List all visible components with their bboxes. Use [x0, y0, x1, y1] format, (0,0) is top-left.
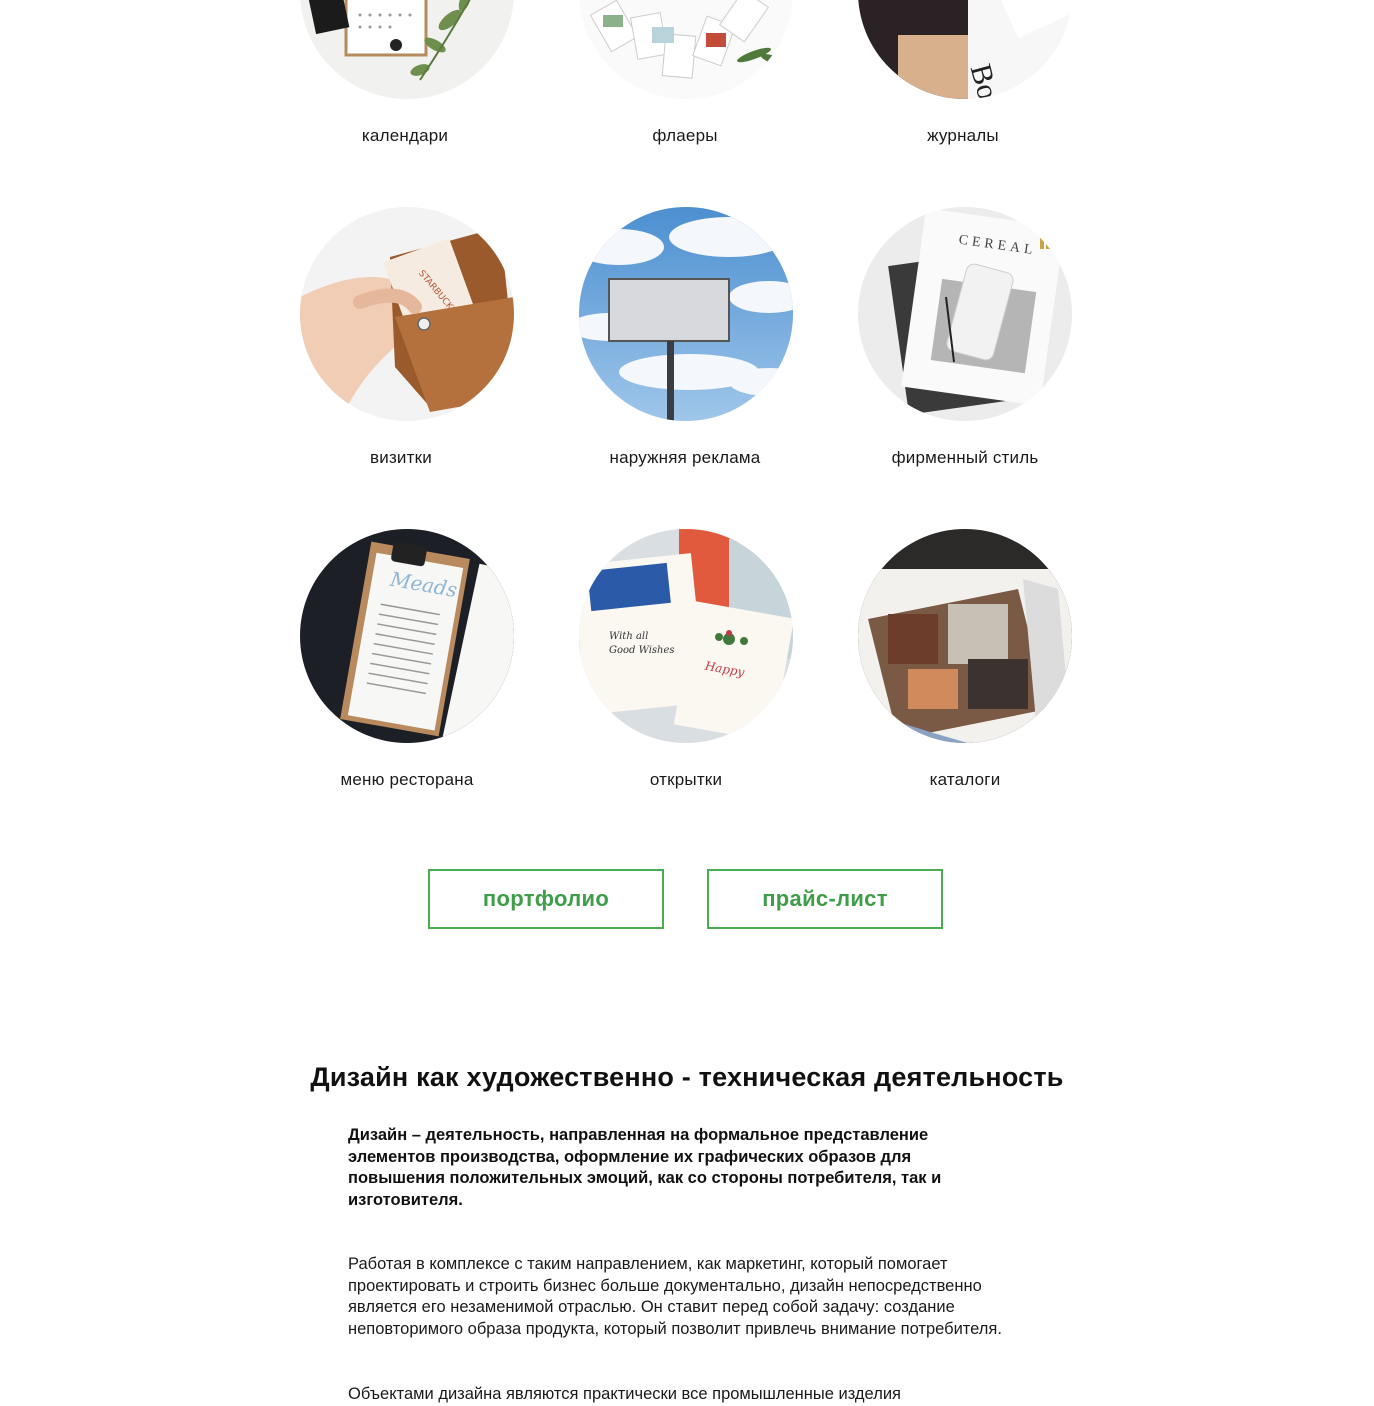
pricelist-button[interactable]: прайс-лист [707, 869, 943, 929]
flyers-image[interactable] [579, 0, 793, 99]
category-label-catalogs: каталоги [929, 770, 1001, 789]
article-paragraph-2: Объектами дизайна являются практически в… [348, 1385, 901, 1403]
portfolio-button[interactable]: портфолио [428, 869, 664, 929]
category-label-business-cards: визитки [370, 448, 432, 467]
category-label-outdoor-advertising: наружняя реклама [609, 448, 761, 467]
category-label-magazines: журналы [927, 126, 999, 145]
restaurant-menu-image[interactable]: Meads [300, 529, 514, 743]
catalogs-image[interactable] [858, 529, 1072, 743]
magazines-image[interactable]: Bo ecu [858, 0, 1072, 99]
svg-text:ecu: ecu [858, 0, 905, 5]
category-label-calendars: календари [361, 126, 449, 145]
article-paragraph-1: Работая в комплексе с таким направлением… [348, 1255, 1002, 1338]
postcards-image[interactable]: With all Good Wishes Happy [579, 529, 793, 743]
calendars-image[interactable] [300, 0, 514, 99]
article-lead: Дизайн – деятельность, направленная на ф… [348, 1126, 942, 1209]
category-label-flyers: флаеры [652, 126, 718, 145]
category-label-corporate-identity: фирменный стиль [891, 448, 1039, 467]
category-label-restaurant-menu: меню ресторана [340, 770, 474, 789]
business-cards-image[interactable]: STARBUCKS [300, 207, 514, 421]
article-heading: Дизайн как художественно - техническая д… [310, 1062, 1064, 1092]
svg-text:With all: With all [609, 631, 648, 642]
outdoor-advertising-image[interactable] [579, 207, 793, 421]
svg-text:Good Wishes: Good Wishes [609, 645, 675, 656]
corporate-identity-image[interactable]: CEREAL [858, 207, 1072, 421]
category-label-postcards: открытки [649, 770, 723, 789]
